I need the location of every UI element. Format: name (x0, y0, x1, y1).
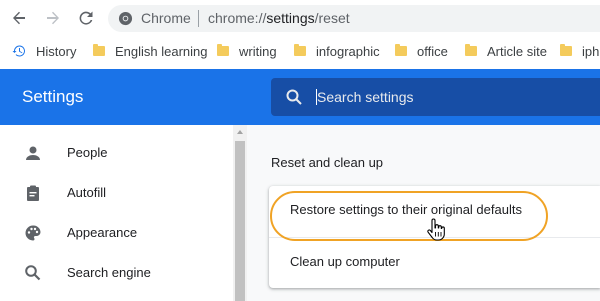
section-title: Reset and clean up (271, 155, 384, 170)
folder-icon (465, 44, 477, 56)
page-title: Settings (22, 87, 84, 106)
arrow-left-icon (13, 11, 25, 25)
clean-up-computer-row[interactable]: Clean up computer (269, 238, 600, 288)
bookmark-label: Article site (487, 43, 547, 59)
bookmark-infographic[interactable]: infographic (294, 42, 380, 60)
sidebar-item-appearance[interactable]: Appearance (0, 213, 233, 253)
sidebar-item-label: Search engine (67, 265, 151, 280)
bookmark-iph[interactable]: iph (560, 42, 599, 60)
sidebar-item-label: People (67, 145, 108, 160)
address-separator (198, 10, 199, 27)
search-box[interactable] (271, 78, 600, 116)
bookmark-english-learning[interactable]: English learning (93, 42, 208, 60)
reload-icon (79, 11, 93, 25)
palette-icon (25, 225, 41, 241)
bookmark-writing[interactable]: writing (217, 42, 277, 60)
clipboard-icon (27, 185, 39, 201)
search-icon (286, 89, 302, 105)
site-name: Chrome (141, 10, 191, 26)
sidebar: People Autofill Appearance Search engine (0, 125, 233, 301)
omnibox[interactable]: Chrome chrome://settings/reset (108, 5, 600, 32)
sidebar-item-autofill[interactable]: Autofill (0, 173, 233, 213)
url-text[interactable]: chrome://settings/reset (208, 10, 350, 26)
sidebar-item-label: Autofill (67, 185, 107, 200)
url-host: settings (266, 10, 315, 26)
sidebar-item-search-engine[interactable]: Search engine (0, 253, 233, 293)
main-content: Reset and clean up Restore settings to t… (247, 125, 600, 301)
url-scheme: chrome:// (208, 10, 267, 26)
folder-icon (560, 44, 572, 56)
bookmark-label: office (417, 43, 448, 59)
search-icon (25, 265, 41, 281)
folder-icon (217, 44, 229, 56)
search-input[interactable] (317, 87, 587, 107)
person-icon (26, 146, 40, 160)
back-button[interactable] (8, 7, 30, 29)
bookmarks-bar: History English learning writing infogra… (0, 36, 600, 66)
bookmark-article-site[interactable]: Article site (465, 42, 547, 60)
sidebar-item-label: Appearance (67, 225, 138, 240)
bookmark-history[interactable]: History (12, 42, 76, 60)
forward-button[interactable] (42, 7, 64, 29)
hand-cursor-icon (427, 218, 445, 241)
folder-icon (294, 44, 306, 56)
chrome-info-icon (118, 11, 133, 26)
clean-up-computer-label: Clean up computer (290, 254, 400, 269)
settings-header: Settings (0, 69, 600, 125)
bookmark-office[interactable]: office (395, 42, 448, 60)
scrollbar-thumb[interactable] (235, 141, 245, 301)
bookmark-label: English learning (115, 43, 208, 59)
scroll-up-arrow-icon[interactable] (237, 130, 243, 134)
sidebar-item-people[interactable]: People (0, 133, 233, 173)
arrow-right-icon (47, 11, 59, 25)
reload-button[interactable] (75, 7, 97, 29)
folder-icon (395, 44, 407, 56)
bookmark-label: writing (239, 43, 277, 59)
bookmark-label: History (36, 43, 77, 59)
url-path: /reset (314, 10, 350, 26)
bookmark-label: infographic (316, 43, 380, 59)
folder-icon (93, 44, 105, 56)
restore-defaults-label: Restore settings to their original defau… (290, 202, 522, 217)
address-bar-row: Chrome chrome://settings/reset (0, 0, 600, 36)
sidebar-scrollbar[interactable] (233, 125, 247, 301)
bookmark-label: iph (582, 43, 600, 59)
history-icon (12, 45, 25, 57)
